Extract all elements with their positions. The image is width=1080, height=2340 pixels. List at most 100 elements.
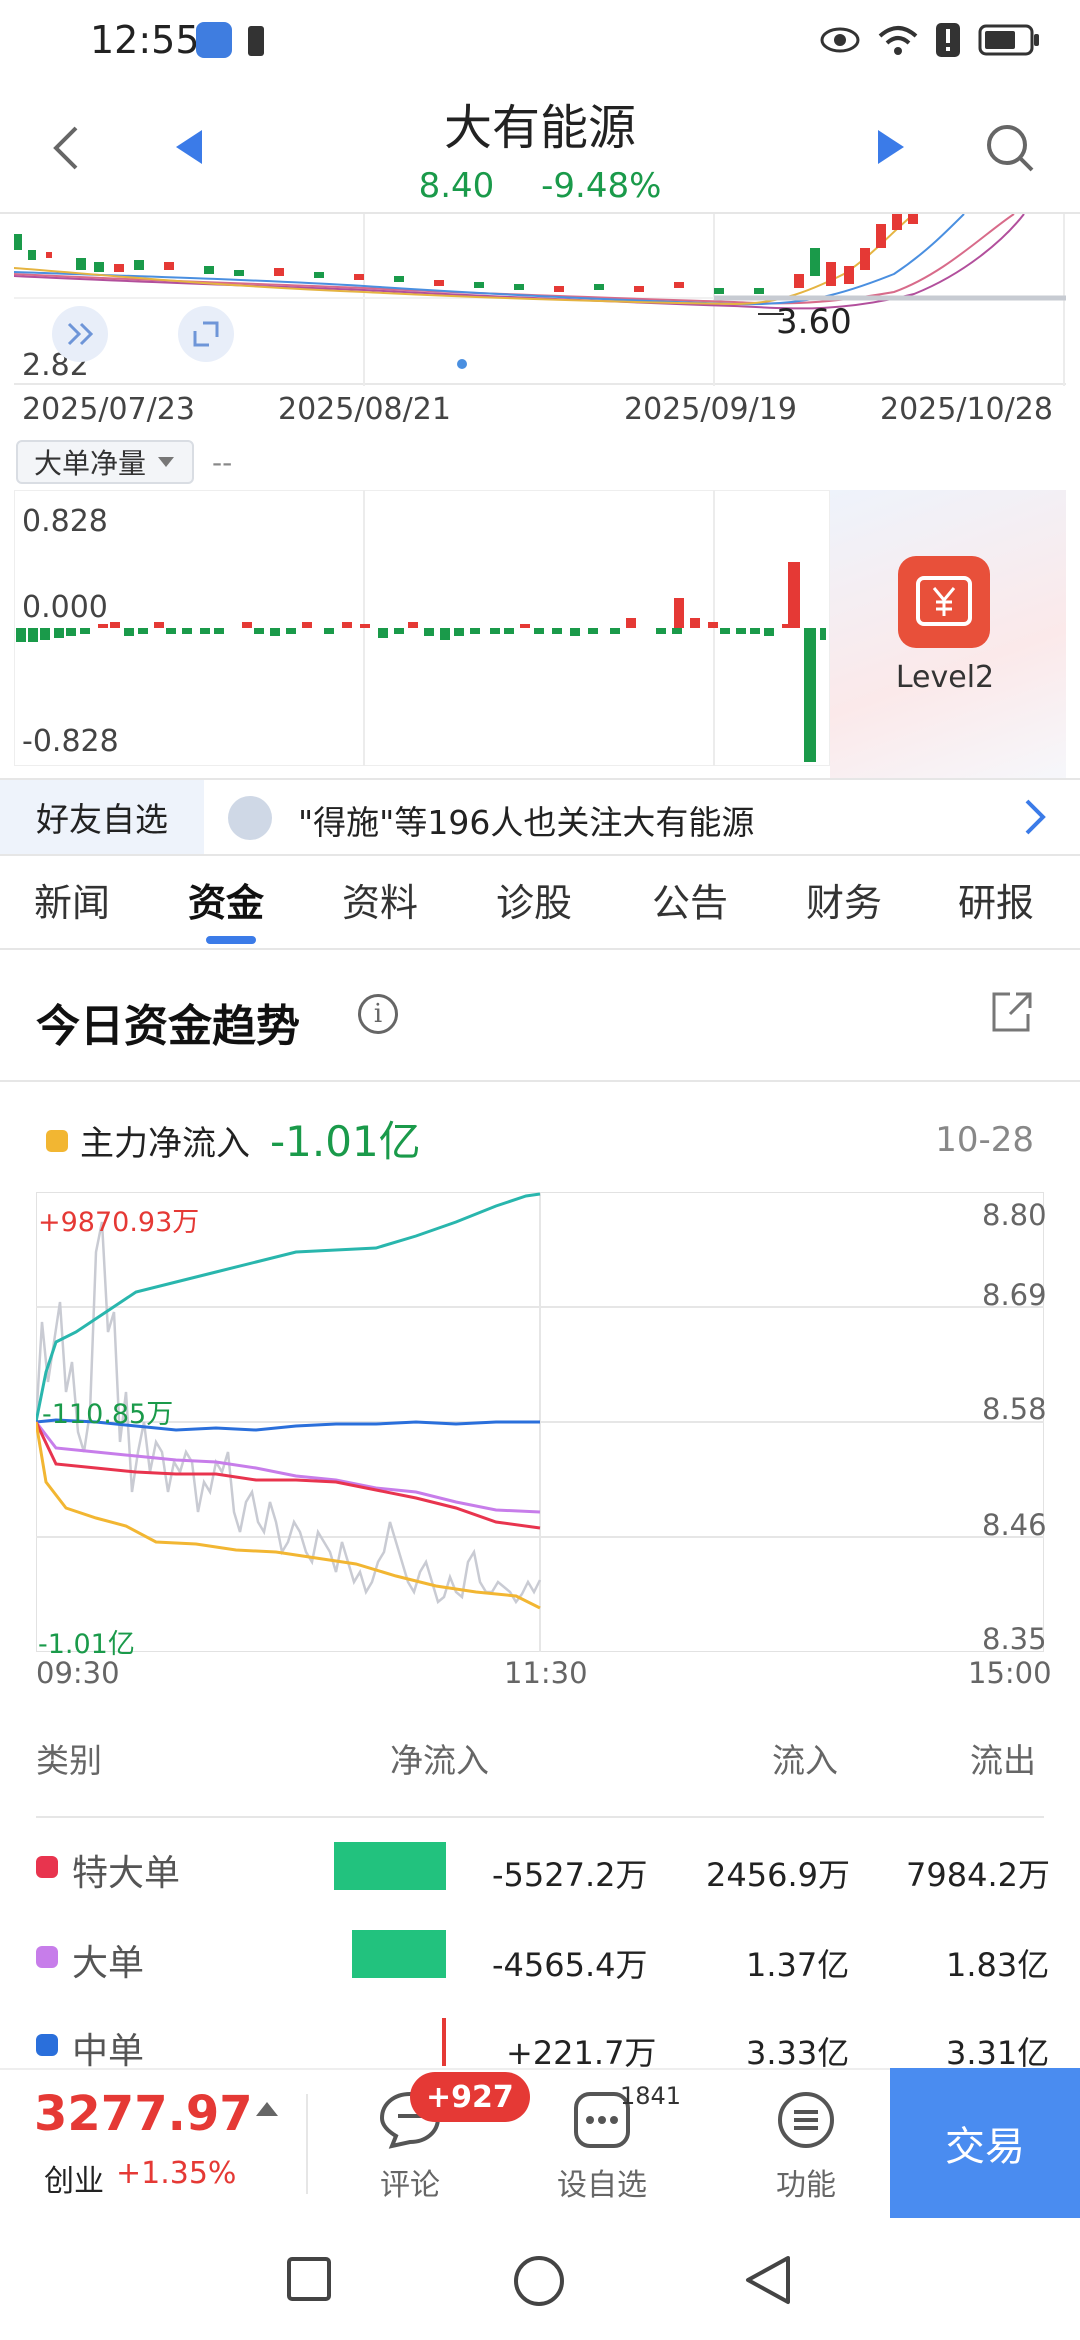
main-flow-legend-label: 主力净流入	[80, 1124, 250, 1164]
fullscreen-icon	[193, 321, 219, 347]
indicator-selector-label: 大单净量	[34, 447, 147, 480]
back-nav-icon[interactable]	[744, 2254, 792, 2306]
index-change: +1.35%	[116, 2156, 237, 2191]
main-flow-legend-value: -1.01亿	[270, 1117, 421, 1166]
avatar	[228, 796, 272, 840]
search-icon[interactable]	[984, 122, 1036, 174]
comment-badge: +927	[410, 2072, 530, 2122]
tab-diagnosis[interactable]: 诊股	[496, 872, 572, 927]
kline-chart[interactable]	[14, 214, 1066, 386]
row-name-large: 大单	[72, 1943, 145, 1984]
row-out-large: 1.83亿	[946, 1946, 1050, 1984]
row-in-large: 1.37亿	[746, 1946, 850, 1984]
trade-button[interactable]: 交易	[890, 2068, 1080, 2218]
tab-announcements[interactable]: 公告	[652, 872, 728, 927]
app-notification-icon	[196, 22, 232, 58]
index-value[interactable]: 3277.97	[34, 2086, 253, 2142]
indicator-selector[interactable]: 大单净量	[16, 440, 194, 484]
friends-watchlist-tag[interactable]: 好友自选	[0, 780, 204, 854]
menu-icon[interactable]	[776, 2090, 836, 2150]
kline-date-4: 2025/10/28	[880, 392, 1053, 427]
trend-date: 10-28	[935, 1120, 1034, 1160]
section-title: 今日资金趋势	[36, 1001, 300, 1052]
level2-icon[interactable]	[898, 556, 990, 648]
recents-icon[interactable]	[286, 2256, 332, 2302]
battery-alert-icon	[248, 26, 264, 56]
stock-price: 8.40	[418, 166, 495, 206]
price-axis-1: 8.80	[982, 1198, 1047, 1232]
indicator-y-min: -0.828	[22, 724, 119, 759]
level2-label: Level2	[895, 660, 995, 695]
table-divider	[36, 1816, 1044, 1818]
row-net-super: -5527.2万	[492, 1856, 648, 1894]
main-flow-legend-dot	[46, 1130, 68, 1152]
stock-name: 大有能源	[443, 100, 636, 156]
row-color-dot	[36, 1856, 58, 1878]
yuan-l2-icon	[916, 576, 972, 626]
indicator-value: --	[212, 446, 233, 479]
info-icon[interactable]: i	[358, 994, 398, 1034]
status-time: 12:55	[90, 18, 200, 62]
price-line: 8.40 -9.48%	[0, 166, 1080, 206]
kline-date-2: 2025/08/21	[278, 392, 451, 427]
stock-change-pct: -9.48%	[541, 166, 662, 206]
active-tab-indicator	[206, 936, 256, 944]
row-color-dot	[36, 2034, 58, 2056]
tab-finance[interactable]: 财务	[806, 872, 882, 927]
fullscreen-button[interactable]	[178, 306, 234, 362]
function-label[interactable]: 功能	[736, 2160, 876, 2204]
price-axis-3: 8.58	[982, 1392, 1047, 1426]
wifi-icon	[878, 26, 918, 55]
price-axis-5: 8.35	[982, 1622, 1047, 1656]
row-name-medium: 中单	[72, 2031, 145, 2072]
indicator-y-max: 0.828	[22, 504, 108, 539]
fund-flow-chart[interactable]	[36, 1192, 1044, 1652]
row-in-super: 2456.9万	[706, 1856, 850, 1894]
row-color-dot	[36, 1946, 58, 1968]
col-inflow: 流入	[772, 1741, 838, 1780]
section-divider	[0, 1080, 1080, 1082]
expand-chart-button[interactable]	[52, 306, 108, 362]
comment-label[interactable]: 评论	[340, 2160, 480, 2204]
watch-label[interactable]: 设自选	[532, 2160, 672, 2204]
alert-icon	[936, 23, 960, 57]
net-bar-large	[352, 1930, 446, 1978]
battery-icon	[978, 24, 1039, 56]
kline-min-marker: 3.60	[776, 302, 852, 342]
chevron-right-icon[interactable]	[1024, 798, 1046, 836]
kline-date-3: 2025/09/19	[624, 392, 797, 427]
friends-divider-bottom	[0, 854, 1080, 856]
net-bar-super	[334, 1842, 446, 1890]
indicator-chart[interactable]	[14, 490, 830, 766]
row-out-super: 7984.2万	[906, 1856, 1050, 1894]
status-icons	[820, 14, 1040, 66]
watch-count: 1841	[620, 2082, 682, 2110]
price-axis-4: 8.46	[982, 1508, 1047, 1542]
toolbar-separator	[306, 2094, 308, 2194]
tab-profile[interactable]: 资料	[342, 872, 418, 927]
tabs-divider	[0, 948, 1080, 950]
kline-date-1: 2025/07/23	[22, 392, 195, 427]
flow-mid-label: -110.85万	[42, 1399, 174, 1430]
eye-icon	[820, 27, 860, 53]
time-axis-open: 09:30	[36, 1656, 120, 1690]
col-category: 类别	[36, 1741, 102, 1780]
friends-text[interactable]: "得施"等196人也关注大有能源	[298, 796, 754, 844]
tab-funds[interactable]: 资金	[188, 872, 264, 927]
caret-up-icon	[256, 2102, 278, 2116]
home-icon[interactable]	[512, 2254, 566, 2308]
col-net: 净流入	[390, 1741, 489, 1780]
col-outflow: 流出	[970, 1741, 1036, 1780]
row-net-large: -4565.4万	[492, 1946, 648, 1984]
indicator-y-zero: 0.000	[22, 590, 108, 625]
next-stock-icon[interactable]	[876, 130, 904, 164]
tab-news[interactable]: 新闻	[34, 872, 110, 927]
double-chevron-icon	[67, 322, 94, 346]
tab-research[interactable]: 研报	[958, 872, 1034, 927]
row-name-super: 特大单	[72, 1853, 181, 1894]
chevron-down-icon	[158, 457, 175, 467]
share-icon[interactable]	[988, 990, 1034, 1036]
net-bar-medium	[442, 2018, 446, 2066]
index-name: 创业	[44, 2164, 104, 2199]
time-axis-noon: 11:30	[504, 1656, 588, 1690]
